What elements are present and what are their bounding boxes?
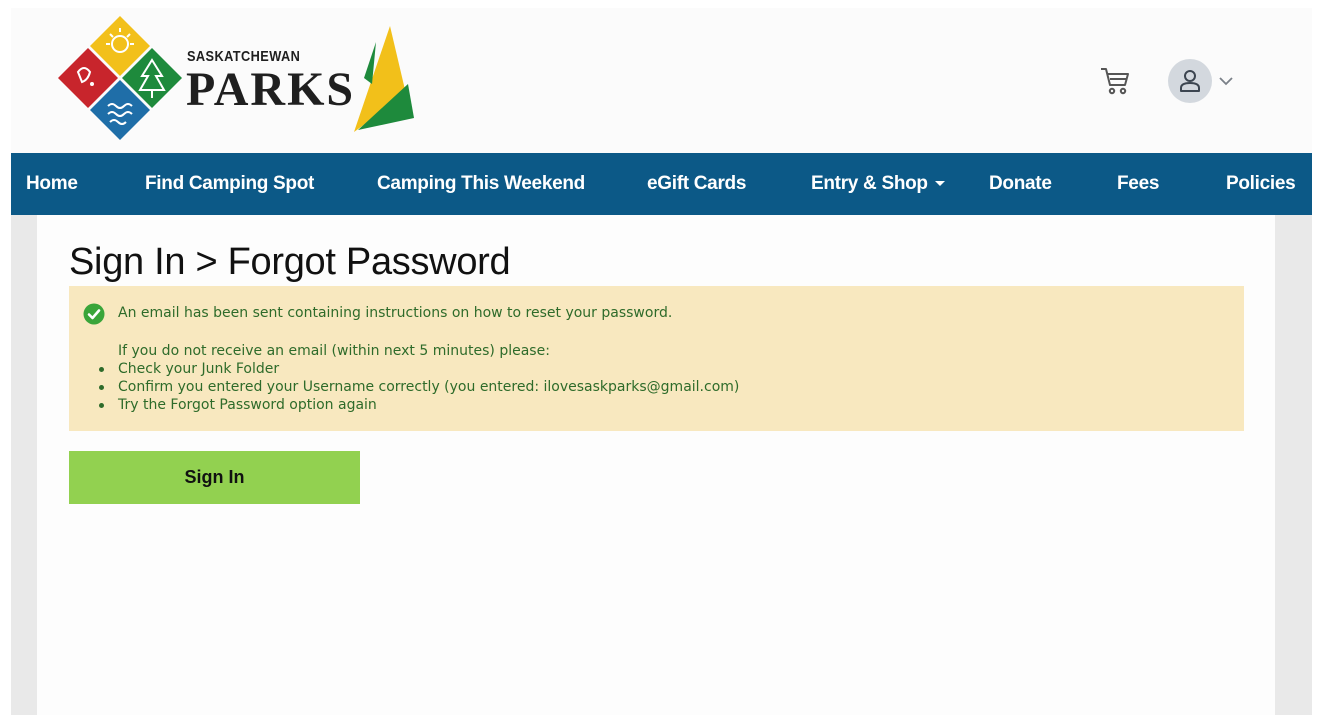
alert-list: Check your Junk Folder Confirm you enter… xyxy=(99,360,739,414)
nav-item-home[interactable]: Home xyxy=(26,153,78,215)
alert-message: An email has been sent containing instru… xyxy=(118,305,673,321)
page-title: Sign In > Forgot Password xyxy=(69,241,511,283)
sign-in-button[interactable]: Sign In xyxy=(69,451,360,504)
account-menu-button[interactable] xyxy=(1168,59,1240,103)
nav-item-find-camping-spot[interactable]: Find Camping Spot xyxy=(145,153,314,215)
shopping-cart-icon xyxy=(1101,68,1129,95)
alert-hint: If you do not receive an email (within n… xyxy=(118,343,550,359)
nav-item-camping-this-weekend[interactable]: Camping This Weekend xyxy=(377,153,585,215)
brand-line-2: PARKS xyxy=(186,63,356,116)
chevron-down-icon xyxy=(1219,77,1233,86)
caret-down-icon xyxy=(934,181,945,187)
list-item: Confirm you entered your Username correc… xyxy=(99,378,739,396)
check-circle-icon xyxy=(83,303,105,325)
nav-item-policies[interactable]: Policies xyxy=(1226,153,1296,215)
cart-button[interactable] xyxy=(1098,64,1132,98)
nav-item-entry-shop-label: Entry & Shop xyxy=(811,173,928,194)
main-navigation: Home Find Camping Spot Camping This Week… xyxy=(11,153,1312,215)
avatar xyxy=(1168,59,1212,103)
nav-item-donate[interactable]: Donate xyxy=(989,153,1052,215)
success-alert: An email has been sent containing instru… xyxy=(69,286,1244,431)
nav-item-entry-shop[interactable]: Entry & Shop xyxy=(811,153,945,215)
nav-item-egift-cards[interactable]: eGift Cards xyxy=(647,153,746,215)
user-icon xyxy=(1180,70,1200,92)
list-item: Check your Junk Folder xyxy=(99,360,739,378)
nav-item-fees[interactable]: Fees xyxy=(1117,153,1159,215)
list-item: Try the Forgot Password option again xyxy=(99,396,739,414)
